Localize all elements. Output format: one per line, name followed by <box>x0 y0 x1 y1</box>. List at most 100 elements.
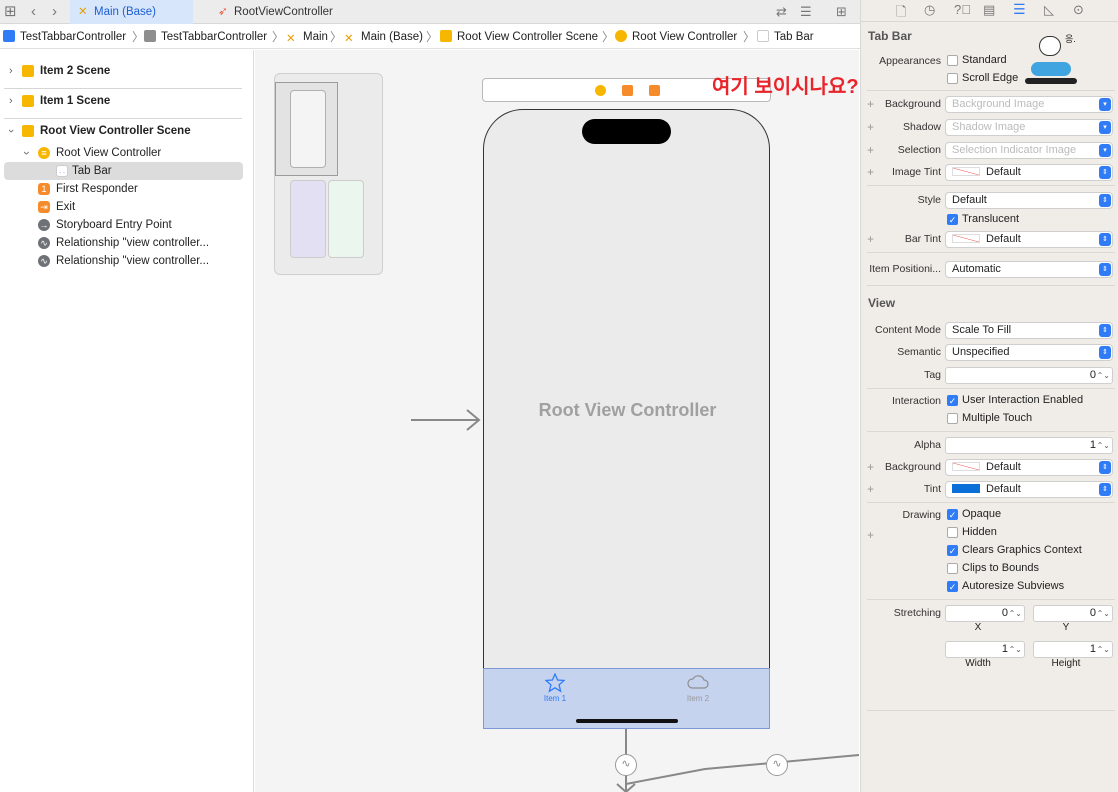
file-icon[interactable]: 🗋 <box>896 3 906 25</box>
breadcrumb-main[interactable]: ✕ Main <box>286 29 328 45</box>
item-positioning-popup[interactable]: Automatic ⇕ <box>945 261 1113 278</box>
clips-to-bounds-checkbox[interactable] <box>947 563 958 574</box>
breadcrumb-main-base[interactable]: ✕ Main (Base) <box>344 29 423 45</box>
tab-item-2-label[interactable]: Item 2 <box>677 694 719 703</box>
plus-icon[interactable]: + <box>867 232 874 246</box>
chevron-down-icon[interactable]: › <box>1 129 21 133</box>
autoresize-subviews-checkbox[interactable]: ✓ <box>947 581 958 592</box>
help-icon[interactable]: ?⃝ <box>954 2 971 17</box>
back-arrow-icon[interactable]: ‹ <box>31 2 36 22</box>
chevron-right-icon[interactable]: › <box>9 61 13 81</box>
multiple-touch-checkbox[interactable] <box>947 413 958 424</box>
outline-item-relationship-2[interactable]: ∿ Relationship "view controller... <box>38 252 238 270</box>
alpha-stepper[interactable]: 1 ⌃⌄ <box>945 437 1113 454</box>
minimap[interactable] <box>274 73 383 275</box>
breadcrumb-project[interactable]: TestTabbarController <box>3 29 126 45</box>
plus-icon[interactable]: + <box>867 120 874 134</box>
chevron-right-icon: 〉 <box>743 30 756 44</box>
bar-tint-popup[interactable]: Default ⇕ <box>945 231 1113 248</box>
chevron-right-icon[interactable]: › <box>9 91 13 111</box>
relationship-segue-icon[interactable]: ∿ <box>615 754 637 776</box>
plus-icon[interactable]: + <box>867 460 874 474</box>
identity-icon[interactable]: ▤ <box>983 2 995 18</box>
tag-stepper[interactable]: 0 ⌃⌄ <box>945 367 1113 384</box>
relationship-icon: ∿ <box>38 255 50 267</box>
connections-icon[interactable]: ⊙ <box>1073 2 1084 18</box>
stepper-icon[interactable]: ⌃⌄ <box>1097 606 1110 621</box>
content-mode-popup[interactable]: Scale To Fill ⇕ <box>945 322 1113 339</box>
chevron-right-icon: 〉 <box>426 30 439 44</box>
stretch-width-stepper[interactable]: 1 ⌃⌄ <box>945 641 1025 658</box>
entry-point-arrow[interactable] <box>405 405 485 435</box>
semantic-popup[interactable]: Unspecified ⇕ <box>945 344 1113 361</box>
breadcrumb-tab-bar[interactable]: Tab Bar <box>757 29 814 45</box>
chevron-down-icon[interactable]: › <box>17 151 35 155</box>
tab-item-1-label[interactable]: Item 1 <box>534 694 576 703</box>
outline-item-entry-point[interactable]: → Storyboard Entry Point <box>38 216 238 234</box>
attributes-icon[interactable]: ☰ <box>1013 1 1026 18</box>
user-interaction-checkbox[interactable]: ✓ <box>947 395 958 406</box>
stretch-y-stepper[interactable]: 0 ⌃⌄ <box>1033 605 1113 622</box>
plus-icon[interactable]: + <box>867 482 874 496</box>
opaque-checkbox[interactable]: ✓ <box>947 509 958 520</box>
list-icon[interactable]: ☰ <box>800 2 812 22</box>
tab-main-base[interactable]: ✕ Main (Base) <box>70 0 193 24</box>
relationship-icon: ∿ <box>38 237 50 249</box>
chevron-updown-icon: ⇕ <box>1099 166 1111 179</box>
swap-icon[interactable]: ⇄ <box>776 2 787 22</box>
storyboard-canvas[interactable]: Root View Controller Item 1 Item 2 ∿ ∿ 여… <box>255 50 859 792</box>
scene-item-1[interactable]: › Item 1 Scene <box>0 91 244 121</box>
image-tint-popup[interactable]: Default ⇕ <box>945 164 1113 181</box>
tint-popup[interactable]: Default ⇕ <box>945 481 1113 498</box>
style-row: Style Default ⇕ <box>861 191 1118 211</box>
hidden-checkbox[interactable] <box>947 527 958 538</box>
plus-icon[interactable]: + <box>867 143 874 157</box>
breadcrumb-controller[interactable]: Root View Controller <box>615 29 737 45</box>
stepper-icon[interactable]: ⌃⌄ <box>1097 438 1110 453</box>
outline-item-first-responder[interactable]: 1 First Responder <box>38 180 238 198</box>
relationship-segue-icon[interactable]: ∿ <box>766 754 788 776</box>
tint-row: + Tint Default ⇕ <box>861 480 1118 500</box>
stretch-x-stepper[interactable]: 0 ⌃⌄ <box>945 605 1025 622</box>
standard-checkbox[interactable] <box>947 55 958 66</box>
stepper-icon[interactable]: ⌃⌄ <box>1097 642 1110 657</box>
sticker-text: 응. <box>1065 34 1076 44</box>
plus-icon[interactable]: + <box>867 97 874 111</box>
stepper-icon[interactable]: ⌃⌄ <box>1097 368 1110 383</box>
exit-icon[interactable] <box>649 85 660 96</box>
background-color-popup[interactable]: Default ⇕ <box>945 459 1113 476</box>
scroll-edge-checkbox[interactable] <box>947 73 958 84</box>
scene-item-2[interactable]: › Item 2 Scene <box>0 61 244 91</box>
stretch-height-stepper[interactable]: 1 ⌃⌄ <box>1033 641 1113 658</box>
tab-bar[interactable]: Item 1 Item 2 <box>483 668 770 729</box>
size-icon[interactable]: ◺ <box>1044 2 1054 18</box>
plus-icon[interactable]: + <box>867 165 874 179</box>
first-responder-icon[interactable] <box>622 85 633 96</box>
background-image-combo[interactable]: Background Image ▾ <box>945 96 1113 113</box>
grid-icon[interactable]: ⊞ <box>4 2 17 22</box>
forward-arrow-icon[interactable]: › <box>52 2 57 22</box>
clears-graphics-checkbox[interactable]: ✓ <box>947 545 958 556</box>
translucent-checkbox[interactable]: ✓ <box>947 214 958 225</box>
shadow-image-combo[interactable]: Shadow Image ▾ <box>945 119 1113 136</box>
chevron-right-icon: 〉 <box>132 30 145 44</box>
selection-indicator-combo[interactable]: Selection Indicator Image ▾ <box>945 142 1113 159</box>
outline-item-tab-bar[interactable]: . . Tab Bar <box>4 162 243 180</box>
outline-item-exit[interactable]: ⇥ Exit <box>38 198 238 216</box>
add-editor-icon[interactable]: ⊞ <box>836 2 847 22</box>
scene-icon <box>22 65 34 77</box>
semantic-row: Semantic Unspecified ⇕ <box>861 343 1118 363</box>
tab-root-view-controller[interactable]: ➶ RootViewController <box>196 0 346 24</box>
plus-icon[interactable]: + <box>867 528 874 542</box>
outline-item-relationship-1[interactable]: ∿ Relationship "view controller... <box>38 234 238 252</box>
breadcrumb-folder[interactable]: TestTabbarController <box>144 29 267 45</box>
style-popup[interactable]: Default ⇕ <box>945 192 1113 209</box>
stepper-icon[interactable]: ⌃⌄ <box>1009 642 1022 657</box>
outline-item-root-view-controller[interactable]: › ≡ Root View Controller <box>20 144 242 162</box>
stepper-icon[interactable]: ⌃⌄ <box>1009 606 1022 621</box>
root-view-controller-scene[interactable]: Root View Controller <box>483 109 770 729</box>
view-controller-icon[interactable] <box>595 85 606 96</box>
history-icon[interactable]: ◷ <box>924 2 935 18</box>
breadcrumb-scene[interactable]: Root View Controller Scene <box>440 29 598 45</box>
translucent-row: ✓ Translucent <box>947 213 1020 225</box>
